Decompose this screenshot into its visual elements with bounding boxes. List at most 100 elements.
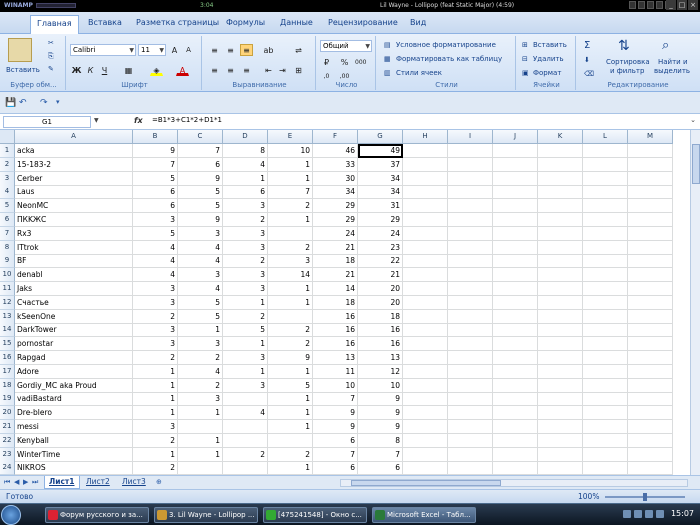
cell-l23[interactable]	[583, 447, 628, 462]
last-sheet-icon[interactable]: ⏭	[32, 478, 38, 487]
find-select-button[interactable]: Найти и	[658, 58, 688, 66]
align-middle-icon[interactable]: ≡	[224, 44, 237, 56]
cell-b14[interactable]: 3	[133, 323, 178, 338]
row-header[interactable]: 24	[0, 461, 15, 475]
cell-a6[interactable]: ПКKЖC	[15, 213, 133, 227]
taskbar-item-excel[interactable]: Microsoft Excel - Табл...	[372, 507, 476, 523]
spreadsheet-grid[interactable]: A B C D E F G H I J K L M 1 acka 9 7 8 10 46 49 2 15-183-2 7 6 4 1…	[0, 130, 690, 475]
clear-icon[interactable]: ⌫	[584, 70, 594, 78]
cell-d18[interactable]: 3	[223, 378, 268, 393]
cell-b2[interactable]: 7	[133, 157, 178, 172]
cell-g2[interactable]: 37	[358, 157, 403, 172]
cell-a3[interactable]: Cerber	[15, 171, 133, 186]
cell-h10[interactable]	[403, 268, 448, 283]
sort-filter-button[interactable]: Сортировка	[606, 58, 650, 66]
cell-e19[interactable]: 1	[268, 392, 313, 407]
row-header[interactable]: 12	[0, 295, 15, 310]
cell-e10[interactable]: 14	[268, 268, 313, 283]
cell-i7[interactable]	[448, 226, 493, 241]
cell-d11[interactable]: 3	[223, 282, 268, 296]
format-painter-icon[interactable]: ✎	[48, 65, 54, 73]
cell-a9[interactable]: BF	[15, 254, 133, 269]
cell-e5[interactable]: 2	[268, 199, 313, 214]
cell-d13[interactable]: 2	[223, 309, 268, 324]
cell-f23[interactable]: 7	[313, 447, 358, 462]
cell-j9[interactable]	[493, 254, 538, 269]
cell-f11[interactable]: 14	[313, 282, 358, 296]
cell-l17[interactable]	[583, 364, 628, 379]
cell-i18[interactable]	[448, 378, 493, 393]
cell-b8[interactable]: 4	[133, 240, 178, 255]
tab-view[interactable]: Вид	[410, 18, 426, 27]
cell-k4[interactable]	[538, 185, 583, 200]
cell-j5[interactable]	[493, 199, 538, 214]
cell-e9[interactable]: 3	[268, 254, 313, 269]
cell-k18[interactable]	[538, 378, 583, 393]
paste-button[interactable]: Вставить	[6, 66, 40, 74]
row-header[interactable]: 1	[0, 144, 15, 158]
cell-d22[interactable]	[223, 433, 268, 448]
cell-b22[interactable]: 2	[133, 433, 178, 448]
cell-k12[interactable]	[538, 295, 583, 310]
column-header-d[interactable]: D	[223, 130, 268, 144]
cell-d12[interactable]: 1	[223, 295, 268, 310]
sheet-tab-3[interactable]: Лист3	[118, 476, 150, 489]
cell-e11[interactable]: 1	[268, 282, 313, 296]
cell-l15[interactable]	[583, 337, 628, 352]
row-header[interactable]: 20	[0, 406, 15, 421]
tab-review[interactable]: Рецензирование	[328, 18, 398, 27]
cell-b17[interactable]: 1	[133, 364, 178, 379]
horizontal-scrollbar[interactable]	[340, 479, 688, 487]
cell-b9[interactable]: 4	[133, 254, 178, 269]
cell-h24[interactable]	[403, 461, 448, 475]
find-select-button-line2[interactable]: выделить	[654, 67, 690, 75]
column-header-b[interactable]: B	[133, 130, 178, 144]
cell-g9[interactable]: 22	[358, 254, 403, 269]
cell-j11[interactable]	[493, 282, 538, 296]
cell-k9[interactable]	[538, 254, 583, 269]
cell-k5[interactable]	[538, 199, 583, 214]
cell-f16[interactable]: 13	[313, 351, 358, 365]
prev-sheet-icon[interactable]: ◀	[14, 478, 19, 486]
row-header[interactable]: 4	[0, 185, 15, 200]
cell-i21[interactable]	[448, 420, 493, 434]
cell-i12[interactable]	[448, 295, 493, 310]
cell-l2[interactable]	[583, 157, 628, 172]
cell-i11[interactable]	[448, 282, 493, 296]
cell-j2[interactable]	[493, 157, 538, 172]
cell-f14[interactable]: 16	[313, 323, 358, 338]
cell-h7[interactable]	[403, 226, 448, 241]
cell-e23[interactable]: 2	[268, 447, 313, 462]
expand-formula-icon[interactable]: ⌄	[690, 116, 696, 124]
cell-m3[interactable]	[628, 171, 673, 186]
cell-b1[interactable]: 9	[133, 144, 178, 158]
row-header[interactable]: 3	[0, 171, 15, 186]
align-center-icon[interactable]: ≡	[224, 64, 237, 76]
copy-icon[interactable]: ⎘	[48, 52, 54, 61]
cell-i5[interactable]	[448, 199, 493, 214]
cell-m14[interactable]	[628, 323, 673, 338]
first-sheet-icon[interactable]: ⏮	[4, 478, 10, 487]
cell-e17[interactable]: 1	[268, 364, 313, 379]
row-header[interactable]: 9	[0, 254, 15, 269]
cell-l13[interactable]	[583, 309, 628, 324]
cell-g8[interactable]: 23	[358, 240, 403, 255]
cell-e14[interactable]: 2	[268, 323, 313, 338]
currency-icon[interactable]: ₽	[320, 56, 333, 68]
cell-m4[interactable]	[628, 185, 673, 200]
cell-a21[interactable]: messi	[15, 420, 133, 434]
cell-e12[interactable]: 1	[268, 295, 313, 310]
cell-f10[interactable]: 21	[313, 268, 358, 283]
cell-f15[interactable]: 16	[313, 337, 358, 352]
cell-l11[interactable]	[583, 282, 628, 296]
cell-c17[interactable]: 4	[178, 364, 223, 379]
cell-e7[interactable]	[268, 226, 313, 241]
row-header[interactable]: 8	[0, 240, 15, 255]
cell-g16[interactable]: 13	[358, 351, 403, 365]
cell-j22[interactable]	[493, 433, 538, 448]
row-header[interactable]: 17	[0, 364, 15, 379]
name-box[interactable]: G1	[3, 116, 91, 128]
cell-a14[interactable]: DarkTower	[15, 323, 133, 338]
cell-a12[interactable]: Счастье	[15, 295, 133, 310]
cell-f24[interactable]: 6	[313, 461, 358, 475]
